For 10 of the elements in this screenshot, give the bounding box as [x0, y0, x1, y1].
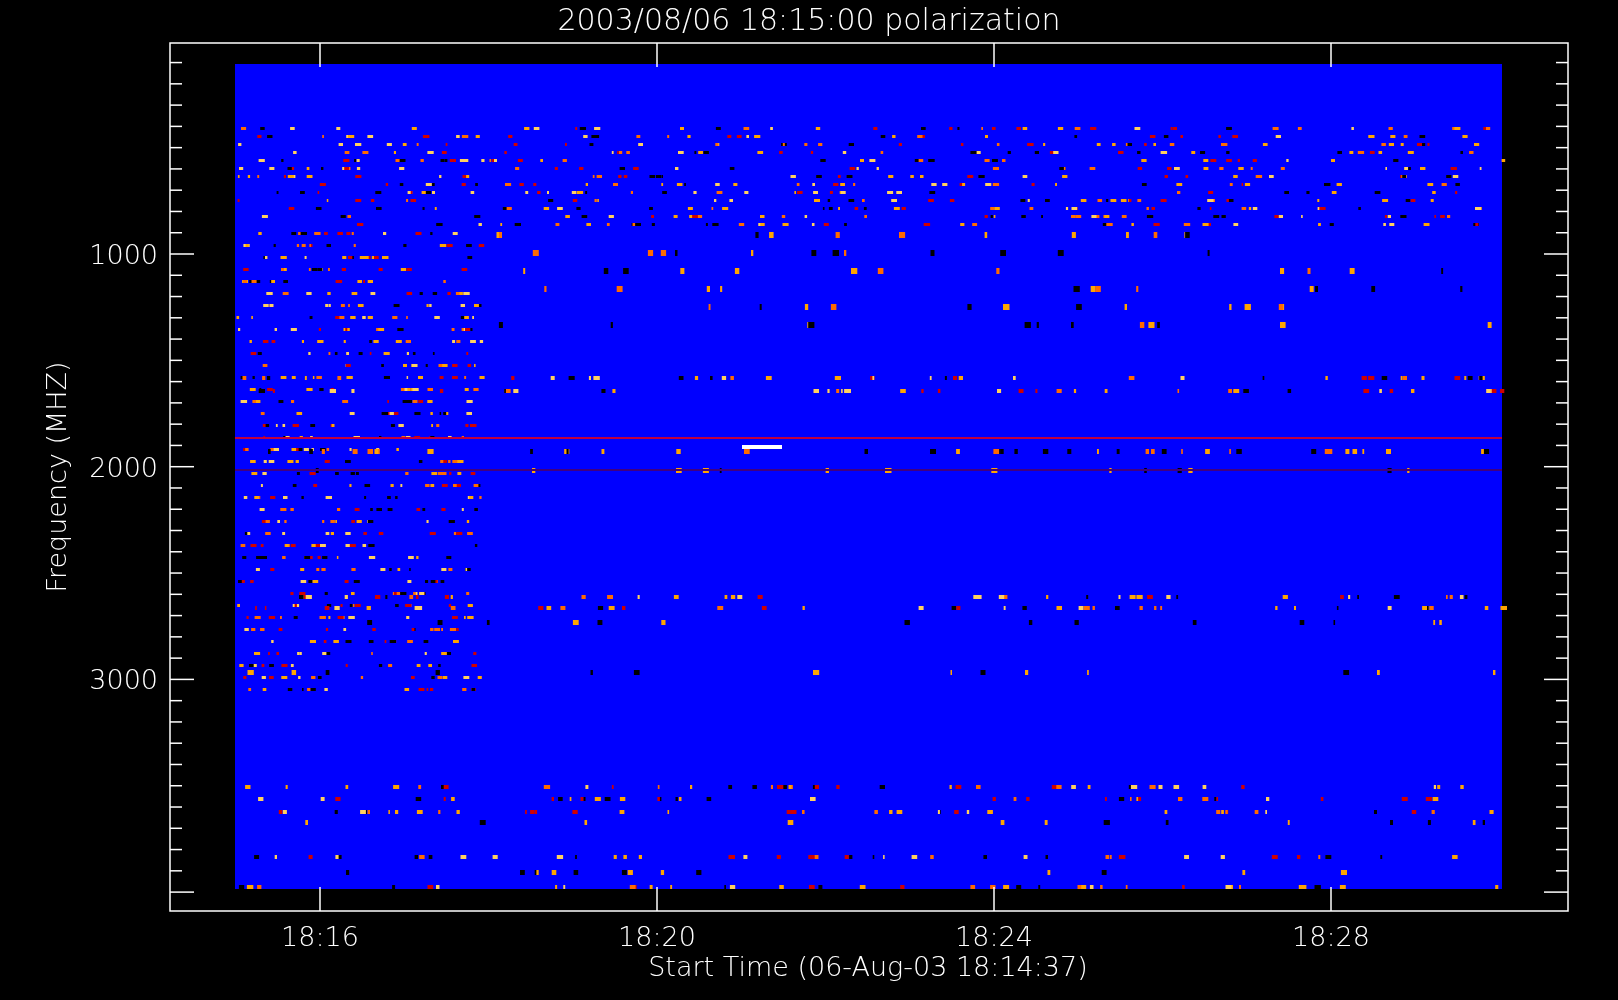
y-tick-label: 2000: [89, 451, 158, 483]
y-axis-label: Frequency (MHZ): [41, 361, 72, 593]
x-tick-label: 18:28: [1292, 921, 1370, 952]
x-tick-label: 18:24: [955, 921, 1033, 952]
y-tick-label: 3000: [89, 664, 158, 696]
x-tick-label: 18:16: [281, 921, 359, 952]
x-axis-label: Start Time (06-Aug-03 18:14:37): [648, 951, 1088, 982]
plot-title: 2003/08/06 18:15:00 polarization: [557, 2, 1061, 37]
y-tick-label: 1000: [89, 239, 158, 270]
x-tick-label: 18:20: [618, 921, 696, 952]
